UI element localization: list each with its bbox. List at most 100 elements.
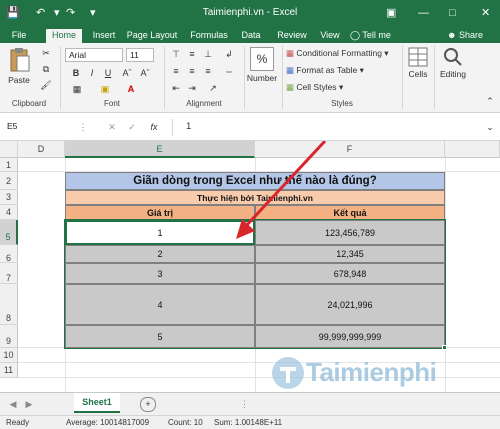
cell-styles-label: Cell Styles [296,82,337,92]
middle-align-icon[interactable]: ≡ [186,48,198,60]
conditional-formatting-label: Conditional Formatting [296,48,382,58]
font-size-box[interactable]: 11 [126,48,154,62]
maximize-icon[interactable]: □ [449,6,456,20]
font-name-box[interactable]: Arial [65,48,123,62]
tab-view[interactable]: View [316,29,344,43]
font-color-icon[interactable]: A [124,83,138,95]
sheet-tab-sheet1[interactable]: Sheet1 [74,393,120,413]
merge-center-icon[interactable]: ⇔ [222,65,236,77]
ready-status: Ready [6,418,30,427]
cells-icon [408,47,428,67]
bottom-align-icon[interactable]: ⊥ [202,48,214,60]
paste-icon [10,48,30,72]
underline-icon[interactable]: U [102,67,114,79]
ribbon-display-options-icon[interactable]: ▣ [386,6,396,20]
align-right-icon[interactable]: ≡ [202,65,214,77]
magnifier-icon [444,48,462,66]
tab-formulas[interactable]: Formulas [184,29,234,43]
cancel-icon[interactable]: ✕ [106,121,118,133]
fill-color-icon[interactable]: ▣ [98,83,112,95]
name-box[interactable]: E5 [4,120,64,135]
tab-review[interactable]: Review [272,29,312,43]
copy-icon[interactable]: ⧉ [38,63,54,75]
font-group-label: Font [103,99,120,108]
share-button[interactable]: ☻ Share [438,29,492,43]
formula-input[interactable]: 1 [186,121,191,133]
lightbulb-icon: ◯ [350,30,361,40]
format-as-table-button[interactable]: ▦ Format as Table ▾ [286,64,364,76]
tab-insert[interactable]: Insert [88,29,120,43]
format-painter-icon[interactable]: 🖌 [38,79,54,91]
decrease-indent-icon[interactable]: ⇤ [170,82,182,94]
top-align-icon[interactable]: ⊤ [170,48,182,60]
collapse-ribbon-icon[interactable]: ⌃ [484,95,496,107]
tab-split-icon[interactable]: ⋮ [240,398,249,410]
align-left-icon[interactable]: ≡ [170,65,182,77]
borders-icon[interactable]: ▦ [70,83,84,95]
watermark-logo: Taimienphi [270,353,500,392]
divider [434,46,435,109]
font-name-value: Arial [69,50,87,60]
increase-font-icon[interactable]: Aˆ [120,67,134,79]
cells-button[interactable]: Cells [404,47,432,79]
ribbon-tabs: File Home Insert Page Layout Formulas Da… [0,27,500,43]
editing-button[interactable]: Editing [436,47,470,79]
cells-label: Cells [408,69,428,79]
paste-label: Paste [8,75,30,85]
tell-me-search[interactable]: ◯ Tell me [350,29,408,43]
namebox-dropdown-icon[interactable]: ⋮ [78,121,88,133]
share-label: Share [458,30,484,40]
tell-me-label: Tell me [362,30,391,40]
expand-formula-bar-icon[interactable]: ⌄ [484,121,496,133]
divider [244,46,245,109]
count-status: Count: 10 [168,418,203,427]
tab-data[interactable]: Data [236,29,266,43]
enter-icon[interactable]: ✓ [126,121,138,133]
divider [172,119,173,136]
italic-icon[interactable]: I [86,67,98,79]
ribbon-home: Paste ✂ ⧉ 🖌 Clipboard Arial 11 B I U Aˆ … [0,43,500,113]
align-center-icon[interactable]: ≡ [186,65,198,77]
decrease-font-icon[interactable]: Aˇ [138,67,152,79]
editing-label: Editing [440,69,466,79]
number-label: Number [246,73,278,83]
bold-icon[interactable]: B [70,67,82,79]
divider [402,46,403,109]
font-size-value: 11 [130,50,139,60]
cell-styles-button[interactable]: ▦ Cell Styles ▾ [286,81,343,93]
conditional-formatting-button[interactable]: ▦ Conditional Formatting ▾ [286,47,389,59]
cut-icon[interactable]: ✂ [38,47,54,59]
close-icon[interactable]: ✕ [481,6,490,20]
title-bar: 💾 ↶ ▾ ↷ ▾ Taimienphi.vn - Excel ▣ — □ ✕ [0,0,500,27]
add-sheet-icon[interactable]: + [140,397,156,412]
tab-file[interactable]: File [6,29,32,43]
sum-status: Sum: 1.00148E+11 [214,418,283,427]
chevron-down-icon: ▾ [359,65,364,75]
watermark-t-icon [272,357,304,389]
insert-function-icon[interactable]: fx [146,121,162,133]
sheet-tab-bar: ◀ ▶ Sheet1 + ⋮ [0,392,500,415]
scroll-right-icon[interactable]: ▶ [24,398,34,410]
clipboard-group-label: Clipboard [11,99,47,108]
orientation-icon[interactable]: ↗ [206,82,220,94]
watermark-text: Taimienphi [306,357,437,387]
wrap-text-icon[interactable]: ↲ [222,48,236,60]
format-as-table-icon: ▦ [286,65,295,75]
increase-indent-icon[interactable]: ⇥ [186,82,198,94]
person-icon: ☻ [446,30,457,40]
format-as-table-label: Format as Table [296,65,358,75]
divider [282,46,283,109]
tab-page-layout[interactable]: Page Layout [124,29,180,43]
name-box-value: E5 [7,121,18,131]
tab-home[interactable]: Home [46,29,82,43]
average-status: Average: 10014817009 [66,418,150,427]
alignment-group-label: Alignment [186,99,222,108]
number-format-button[interactable]: % Number [246,47,278,83]
chevron-down-icon: ▾ [384,48,389,58]
worksheet-grid[interactable]: D E F 1 2 3 4 5 6 7 8 9 10 11 Giãn dòng … [0,141,500,392]
status-bar: Ready Average: 10014817009 Count: 10 Sum… [0,415,500,429]
paste-button[interactable]: Paste [4,47,34,85]
conditional-formatting-icon: ▦ [286,48,295,58]
scroll-left-icon[interactable]: ◀ [8,398,18,410]
minimize-icon[interactable]: — [418,6,429,20]
